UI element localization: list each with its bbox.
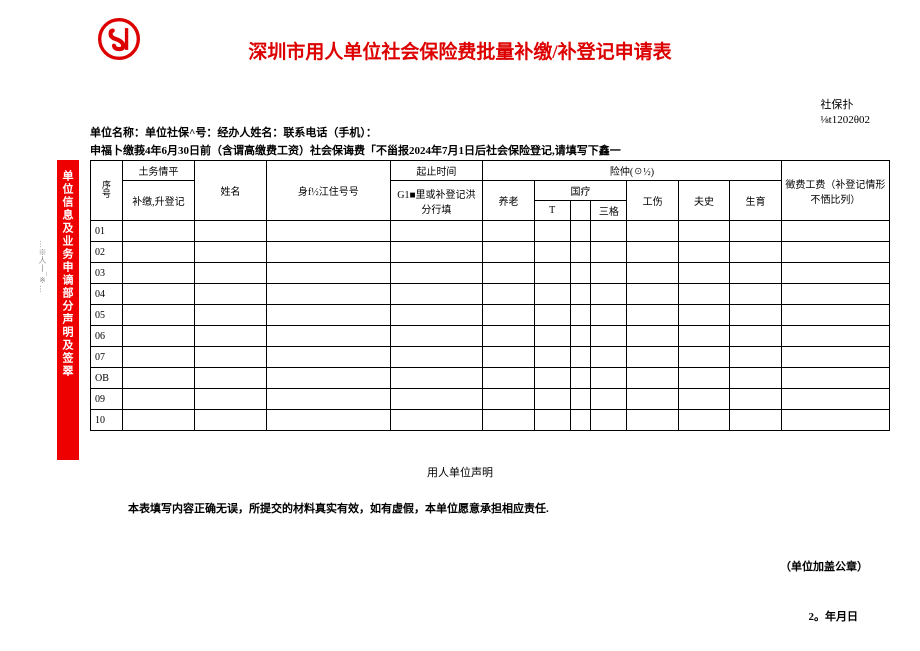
col-insurance: 险仲(☉½): [483, 161, 782, 181]
table-row: 04: [91, 284, 890, 305]
col-type-top: 土务情平: [122, 161, 194, 181]
table-row: 10: [91, 410, 890, 431]
declaration-title: 用人单位声明: [0, 464, 920, 480]
main-table: 序号 土务情平 姓名 身f½江住号号 起止时间 险仲(☉½) 徵费工费（补登记情…: [90, 160, 890, 431]
stamp-note: （单位加盖公章）: [780, 558, 868, 574]
col-sheng: 生育: [730, 181, 781, 221]
table-row: 03: [91, 263, 890, 284]
table-row: OB: [91, 368, 890, 389]
col-wage: 徵费工费（补登记情形不恓比列）: [781, 161, 889, 221]
col-yiliao: 国疗: [534, 181, 627, 201]
col-time-bottom: G1■里或补登记洪分行填: [390, 181, 483, 221]
doc-code: 社保扑 ⅛t1202θ02: [820, 98, 870, 129]
col-gong: 工伤: [627, 181, 678, 221]
unit-info: 单位名称：单位社保^号：经办人姓名：联系电话（手机）：: [90, 124, 377, 140]
table-row: 05: [91, 305, 890, 326]
col-name: 姓名: [194, 161, 266, 221]
col-yl-blank: [570, 201, 591, 221]
col-yl-sub2: 三格: [591, 201, 627, 221]
col-yang: 养老: [483, 181, 534, 221]
col-id: 身f½江住号号: [267, 161, 391, 221]
col-seq: 序号: [91, 161, 123, 221]
col-shi: 夫史: [678, 181, 729, 221]
sidebar-left-text: …※人丨¯※…: [37, 240, 48, 293]
table-row: 06: [91, 326, 890, 347]
table-row: 07: [91, 347, 890, 368]
declaration-text: 本表填写内容正确无误，所提交的材料真实有效，如有虚假，本单位愿意承担相应责任.: [128, 500, 549, 516]
table-header-row1: 序号 土务情平 姓名 身f½江住号号 起止时间 险仲(☉½) 徵费工费（补登记情…: [91, 161, 890, 181]
col-time-top: 起止时间: [390, 161, 483, 181]
table-row: 02: [91, 242, 890, 263]
sidebar-label: 单位信息及业务申谪部分声明及签翠: [59, 170, 75, 378]
table-row: 09: [91, 389, 890, 410]
application-note: 申福卜缴莪4年6月30日前（含谓高缴费工资）社会保诲费「不甾报2024年7月1日…: [90, 142, 621, 158]
table-row: 01: [91, 221, 890, 242]
col-yl-sub1: T: [534, 201, 570, 221]
document-title: 深圳市用人单位社会保险费批量补缴/补登记申请表: [0, 37, 920, 64]
date-line: 2。年月日: [809, 608, 859, 624]
red-sidebar: 单位信息及业务申谪部分声明及签翠: [57, 160, 79, 460]
code-line1: 社保扑: [820, 98, 870, 113]
col-type-bottom: 补缴,升登记: [122, 181, 194, 221]
code-line2: ⅛t1202θ02: [820, 113, 870, 128]
